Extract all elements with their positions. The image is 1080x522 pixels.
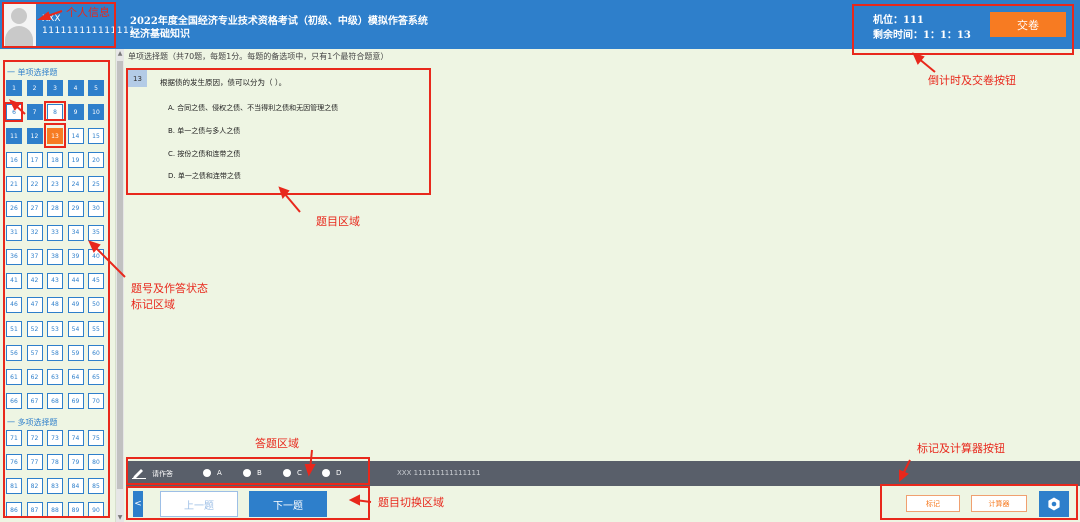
annotation-switch-area: 题目切换区域 bbox=[378, 496, 444, 509]
exam-subject: 经济基础知识 bbox=[130, 29, 190, 40]
sidebar-scrollbar[interactable]: ▲ ▼ bbox=[116, 49, 124, 522]
annotation-personal-info: 个人信息 bbox=[66, 6, 110, 19]
annotation-box-mark-calc bbox=[880, 484, 1078, 520]
scroll-up-icon[interactable]: ▲ bbox=[116, 49, 124, 58]
exam-app: XXX 111111111111111 2022年度全国经济专业技术资格考试（初… bbox=[0, 0, 1080, 522]
annotation-question-nav-line2: 标记区域 bbox=[131, 298, 175, 311]
annotation-answer-area: 答题区域 bbox=[255, 437, 299, 450]
scroll-down-icon[interactable]: ▼ bbox=[116, 513, 124, 522]
annotation-box-q8 bbox=[44, 101, 66, 121]
annotation-box-q13 bbox=[44, 123, 66, 148]
annotation-mark-calc: 标记及计算器按钮 bbox=[917, 442, 1005, 455]
annotation-box-question bbox=[126, 68, 431, 195]
annotation-question-nav-line1: 题号及作答状态 bbox=[131, 282, 208, 295]
annotation-box-q6 bbox=[4, 102, 23, 122]
annotation-box-timer-submit bbox=[852, 4, 1074, 55]
annotation-question-area: 题目区域 bbox=[316, 215, 360, 228]
annotation-countdown-submit: 倒计时及交卷按钮 bbox=[928, 74, 1016, 87]
annotation-box-switch bbox=[126, 486, 370, 520]
footer-user-id: XXX 111111111111111 bbox=[397, 469, 481, 477]
annotation-box-answer bbox=[126, 457, 370, 485]
scrollbar-thumb[interactable] bbox=[117, 61, 123, 489]
section-instructions: 单项选择题（共70题，每题1分。每题的备选项中，只有1个最符合题意） bbox=[128, 52, 389, 61]
